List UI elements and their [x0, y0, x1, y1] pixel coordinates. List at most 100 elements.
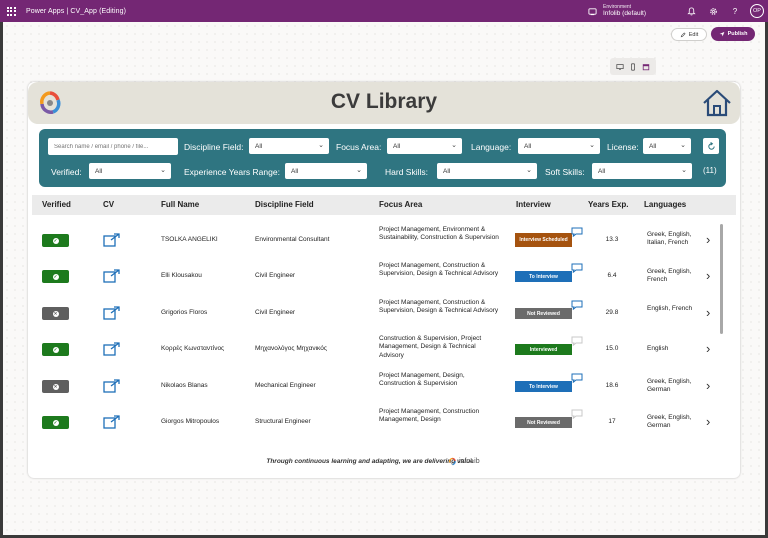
check-icon: ✓: [52, 273, 59, 280]
table-row[interactable]: ✕ Nikolaos Blanas Mechanical Engineer Pr…: [32, 368, 736, 405]
chevron-right-icon[interactable]: ›: [706, 232, 710, 247]
interview-status-badge[interactable]: To Interview: [515, 381, 572, 392]
interview-status-badge[interactable]: Interviewed: [515, 344, 572, 355]
open-cv-icon[interactable]: [103, 233, 121, 247]
comment-icon[interactable]: [571, 263, 583, 273]
comment-icon[interactable]: [571, 300, 583, 310]
column-header-focus-area[interactable]: Focus Area: [379, 200, 422, 209]
years-exp-cell: 18.6: [605, 382, 619, 389]
open-cv-icon[interactable]: [103, 342, 121, 356]
focus-area-cell: Project Management, Design, Construction…: [379, 372, 465, 388]
years-exp-cell: 6.4: [607, 272, 617, 279]
interview-status-badge[interactable]: To Interview: [515, 271, 572, 282]
hard-skills-dropdown[interactable]: All ⌄: [437, 163, 537, 179]
discipline-cell: Civil Engineer: [255, 309, 296, 316]
edit-button[interactable]: Edit: [671, 28, 707, 41]
column-header-years-exp[interactable]: Years Exp.: [588, 200, 628, 209]
column-header-cv[interactable]: CV: [103, 200, 114, 209]
avatar[interactable]: OP: [750, 4, 764, 18]
table-row[interactable]: ✓ TSOLKA ANGELIKI Environmental Consulta…: [32, 222, 736, 259]
chevron-down-icon: ⌄: [160, 167, 166, 174]
mobile-view-icon[interactable]: [629, 62, 637, 71]
verified-toggle[interactable]: ✕: [42, 307, 69, 320]
table-scrollbar[interactable]: [720, 224, 723, 334]
verified-toggle[interactable]: ✕: [42, 380, 69, 393]
verified-toggle[interactable]: ✓: [42, 270, 69, 283]
column-header-full-name[interactable]: Full Name: [161, 200, 199, 209]
chevron-down-icon: ⌄: [526, 167, 532, 174]
open-cv-icon[interactable]: [103, 379, 121, 393]
search-input[interactable]: [48, 138, 178, 155]
publish-button[interactable]: Publish: [711, 27, 755, 41]
comment-icon[interactable]: [571, 227, 583, 237]
notifications-icon[interactable]: [680, 0, 702, 22]
footer-logo: infoLib: [448, 457, 480, 466]
chevron-down-icon: ⌄: [680, 142, 686, 149]
focus-area-dropdown[interactable]: All ⌄: [387, 138, 462, 154]
app-header: CV Library: [28, 82, 740, 124]
chevron-down-icon: ⌄: [356, 167, 362, 174]
table-row[interactable]: ✓ Giorgos Mitropoulos Structural Enginee…: [32, 404, 736, 441]
comment-icon[interactable]: [571, 409, 583, 419]
chevron-right-icon[interactable]: ›: [706, 268, 710, 283]
column-header-discipline[interactable]: Discipline Field: [255, 200, 314, 209]
languages-cell: Greek, English, Italian, French: [647, 231, 692, 247]
soft-skills-dropdown[interactable]: All ⌄: [592, 163, 692, 179]
verified-toggle[interactable]: ✓: [42, 343, 69, 356]
interview-status-badge[interactable]: Not Reviewed: [515, 308, 572, 319]
chevron-right-icon[interactable]: ›: [706, 341, 710, 356]
environment-picker[interactable]: Environment Infolib (default): [581, 0, 646, 22]
column-header-verified[interactable]: Verified: [42, 200, 71, 209]
reset-filters-button[interactable]: [703, 138, 719, 154]
calendar-view-icon[interactable]: [642, 63, 650, 71]
comment-icon[interactable]: [571, 373, 583, 383]
chevron-right-icon[interactable]: ›: [706, 378, 710, 393]
home-icon[interactable]: [701, 88, 733, 118]
check-icon: ✓: [52, 346, 59, 353]
license-dropdown[interactable]: All ⌄: [643, 138, 691, 154]
column-header-interview[interactable]: Interview: [516, 200, 551, 209]
chevron-down-icon: ⌄: [681, 167, 687, 174]
license-label: License:: [607, 142, 639, 152]
settings-gear-icon[interactable]: [702, 0, 724, 22]
open-cv-icon[interactable]: [103, 269, 121, 283]
infolib-logo-icon: [449, 457, 456, 466]
interview-status-badge[interactable]: Interview Scheduled: [515, 233, 572, 247]
table-row[interactable]: ✕ Grigorios Floros Civil Engineer Projec…: [32, 295, 736, 332]
comment-icon[interactable]: [571, 336, 583, 346]
verified-toggle[interactable]: ✓: [42, 234, 69, 247]
help-icon[interactable]: ?: [724, 0, 746, 22]
device-preview-toggle: [610, 58, 656, 75]
verified-dropdown[interactable]: All ⌄: [89, 163, 171, 179]
filter-panel: Discipline Field: All ⌄ Focus Area: All …: [39, 129, 726, 187]
full-name-cell: Elli Klousakou: [161, 272, 202, 279]
desktop-view-icon[interactable]: [616, 63, 624, 71]
interview-status-badge[interactable]: Not Reviewed: [515, 417, 572, 428]
language-label: Language:: [471, 142, 512, 152]
refresh-icon: [707, 141, 715, 150]
app-launcher-icon[interactable]: [0, 0, 22, 22]
footer-tagline: Through continuous learning and adapting…: [28, 458, 740, 465]
discipline-cell: Environmental Consultant: [255, 236, 330, 243]
license-value: All: [649, 142, 657, 150]
environment-label: Environment: [603, 3, 632, 10]
language-dropdown[interactable]: All ⌄: [518, 138, 600, 154]
languages-cell: English, French: [647, 305, 693, 312]
chevron-down-icon: ⌄: [451, 142, 457, 149]
full-name-cell: TSOLKA ANGELIKI: [161, 236, 218, 243]
discipline-cell: Mechanical Engineer: [255, 382, 316, 389]
discipline-field-dropdown[interactable]: All ⌄: [249, 138, 329, 154]
open-cv-icon[interactable]: [103, 415, 121, 429]
page-title: CV Library: [330, 90, 438, 113]
chevron-right-icon[interactable]: ›: [706, 305, 710, 320]
focus-area-cell: Project Management, Construction Managem…: [379, 408, 480, 424]
verified-toggle[interactable]: ✓: [42, 416, 69, 429]
open-cv-icon[interactable]: [103, 306, 121, 320]
full-name-cell: Grigorios Floros: [161, 309, 208, 316]
experience-years-dropdown[interactable]: All ⌄: [285, 163, 367, 179]
chevron-right-icon[interactable]: ›: [706, 414, 710, 429]
edit-label: Edit: [688, 31, 699, 38]
table-row[interactable]: ✓ Κορρές Κωνσταντίνος Μηχανολόγος Μηχανι…: [32, 331, 736, 368]
table-row[interactable]: ✓ Elli Klousakou Civil Engineer Project …: [32, 258, 736, 295]
column-header-languages[interactable]: Languages: [644, 200, 686, 209]
